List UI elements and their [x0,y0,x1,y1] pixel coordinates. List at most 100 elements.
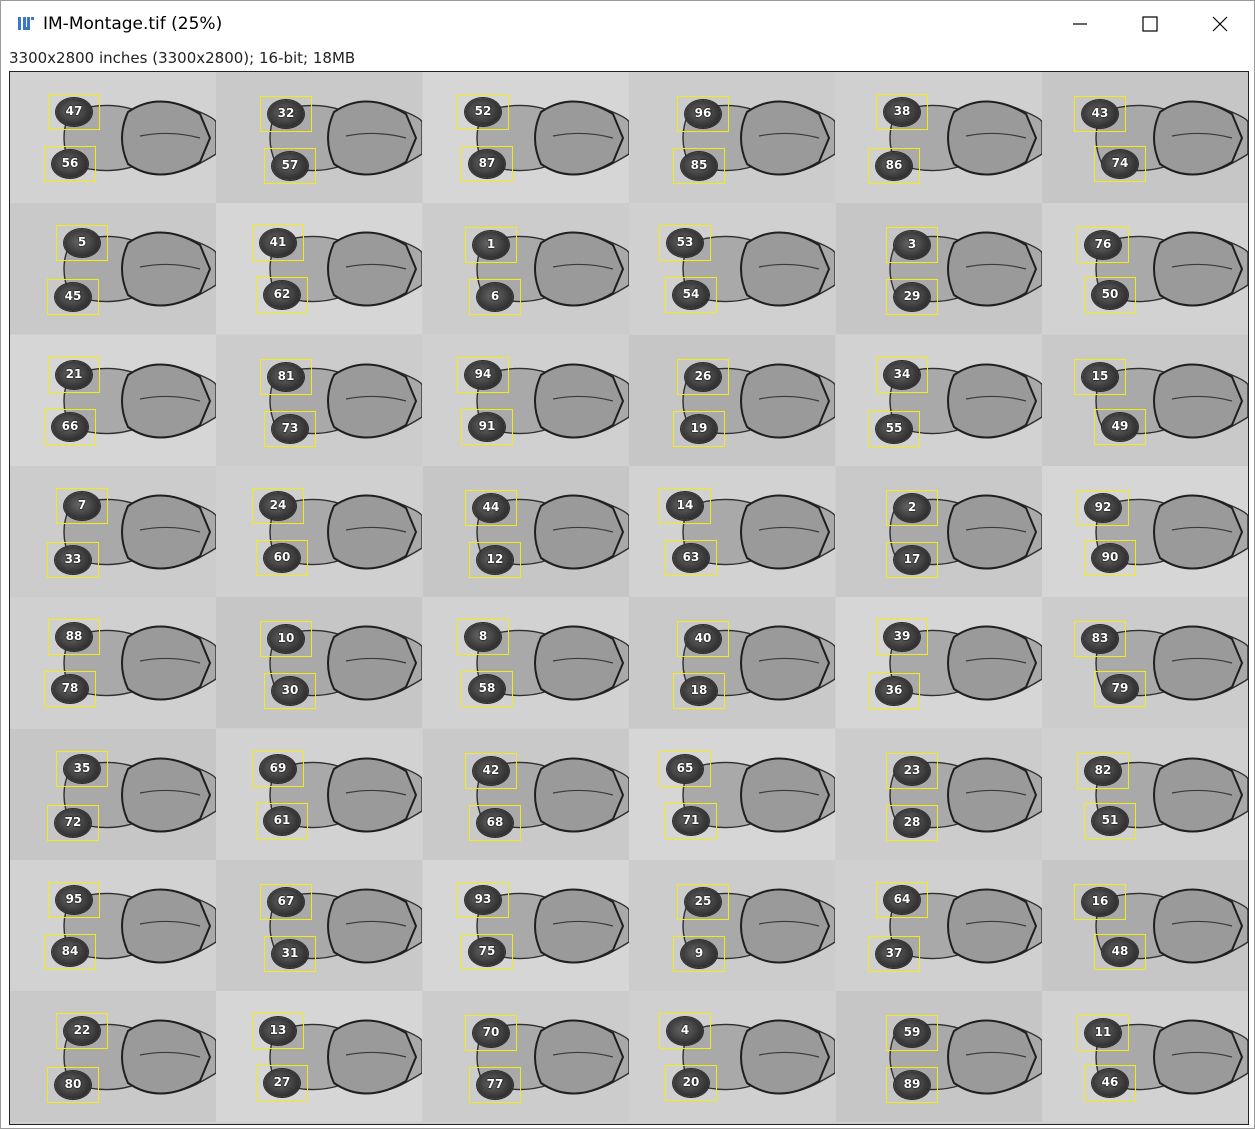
roi-box[interactable]: 3 [886,227,938,263]
roi-box[interactable]: 15 [1074,359,1126,395]
roi-box[interactable]: 14 [659,488,711,524]
roi-box[interactable]: 53 [659,225,711,261]
roi-box[interactable]: 39 [876,619,928,655]
roi-box[interactable]: 70 [465,1015,517,1051]
roi-box[interactable]: 66 [44,409,96,445]
roi-box[interactable]: 19 [673,411,725,447]
roi-box[interactable]: 47 [48,94,100,130]
title-bar[interactable]: IM-Montage.tif (25%) [1,1,1254,47]
roi-box[interactable]: 93 [457,882,509,918]
roi-box[interactable]: 74 [1094,146,1146,182]
roi-box[interactable]: 6 [469,279,521,315]
roi-box[interactable]: 48 [1094,934,1146,970]
roi-box[interactable]: 23 [886,753,938,789]
roi-box[interactable]: 41 [252,225,304,261]
roi-box[interactable]: 26 [677,359,729,395]
close-button[interactable] [1185,1,1255,47]
roi-box[interactable]: 36 [868,673,920,709]
roi-box[interactable]: 57 [264,148,316,184]
roi-box[interactable]: 69 [252,751,304,787]
roi-box[interactable]: 96 [677,96,729,132]
roi-box[interactable]: 29 [886,279,938,315]
roi-box[interactable]: 35 [56,751,108,787]
roi-box[interactable]: 65 [659,751,711,787]
roi-box[interactable]: 45 [47,279,99,315]
roi-box[interactable]: 5 [56,225,108,261]
roi-box[interactable]: 34 [876,357,928,393]
roi-box[interactable]: 43 [1074,96,1126,132]
roi-box[interactable]: 94 [457,357,509,393]
roi-box[interactable]: 59 [886,1015,938,1051]
roi-box[interactable]: 73 [264,411,316,447]
roi-box[interactable]: 30 [264,673,316,709]
roi-box[interactable]: 60 [256,540,308,576]
roi-box[interactable]: 80 [47,1067,99,1103]
roi-box[interactable]: 61 [256,803,308,839]
roi-box[interactable]: 24 [252,488,304,524]
roi-box[interactable]: 72 [47,805,99,841]
roi-box[interactable]: 17 [886,542,938,578]
roi-box[interactable]: 55 [868,411,920,447]
roi-box[interactable]: 83 [1074,621,1126,657]
roi-box[interactable]: 28 [886,805,938,841]
roi-box[interactable]: 4 [659,1013,711,1049]
roi-box[interactable]: 32 [260,96,312,132]
roi-box[interactable]: 9 [673,936,725,972]
roi-box[interactable]: 44 [465,490,517,526]
roi-box[interactable]: 21 [48,357,100,393]
roi-box[interactable]: 82 [1077,753,1129,789]
roi-box[interactable]: 54 [665,277,717,313]
roi-box[interactable]: 42 [465,753,517,789]
roi-box[interactable]: 89 [886,1067,938,1103]
roi-box[interactable]: 78 [44,671,96,707]
roi-box[interactable]: 2 [886,490,938,526]
roi-box[interactable]: 67 [260,884,312,920]
roi-box[interactable]: 27 [256,1065,308,1101]
roi-box[interactable]: 37 [868,936,920,972]
roi-box[interactable]: 16 [1074,884,1126,920]
roi-box[interactable]: 81 [260,359,312,395]
roi-box[interactable]: 38 [876,94,928,130]
roi-box[interactable]: 90 [1084,540,1136,576]
roi-box[interactable]: 85 [673,148,725,184]
roi-box[interactable]: 64 [876,882,928,918]
roi-box[interactable]: 88 [48,619,100,655]
minimize-button[interactable] [1045,1,1115,47]
roi-box[interactable]: 51 [1084,803,1136,839]
roi-box[interactable]: 84 [44,934,96,970]
roi-box[interactable]: 62 [256,277,308,313]
roi-box[interactable]: 52 [457,94,509,130]
roi-box[interactable]: 63 [665,540,717,576]
roi-box[interactable]: 1 [465,227,517,263]
roi-box[interactable]: 31 [264,936,316,972]
roi-box[interactable]: 95 [48,882,100,918]
roi-box[interactable]: 56 [44,146,96,182]
roi-box[interactable]: 12 [469,542,521,578]
roi-box[interactable]: 71 [665,803,717,839]
roi-box[interactable]: 91 [461,409,513,445]
roi-box[interactable]: 76 [1077,227,1129,263]
roi-box[interactable]: 58 [461,671,513,707]
roi-box[interactable]: 20 [665,1065,717,1101]
roi-box[interactable]: 10 [260,621,312,657]
roi-box[interactable]: 86 [868,148,920,184]
roi-box[interactable]: 49 [1094,409,1146,445]
roi-box[interactable]: 77 [469,1067,521,1103]
montage-canvas[interactable]: 47 56 32 57 52 87 96 85 38 86 43 74 5 45 41 62 1 6 53 54 3 29… [9,71,1249,1125]
roi-box[interactable]: 75 [461,934,513,970]
roi-box[interactable]: 40 [677,621,729,657]
roi-box[interactable]: 13 [252,1013,304,1049]
roi-box[interactable]: 92 [1077,490,1129,526]
roi-box[interactable]: 22 [56,1013,108,1049]
maximize-button[interactable] [1115,1,1185,47]
roi-box[interactable]: 8 [457,619,509,655]
roi-box[interactable]: 87 [461,146,513,182]
roi-box[interactable]: 33 [47,542,99,578]
roi-box[interactable]: 79 [1094,671,1146,707]
roi-box[interactable]: 46 [1084,1065,1136,1101]
roi-box[interactable]: 7 [56,488,108,524]
roi-box[interactable]: 11 [1077,1015,1129,1051]
roi-box[interactable]: 18 [673,673,725,709]
roi-box[interactable]: 50 [1084,277,1136,313]
roi-box[interactable]: 68 [469,805,521,841]
